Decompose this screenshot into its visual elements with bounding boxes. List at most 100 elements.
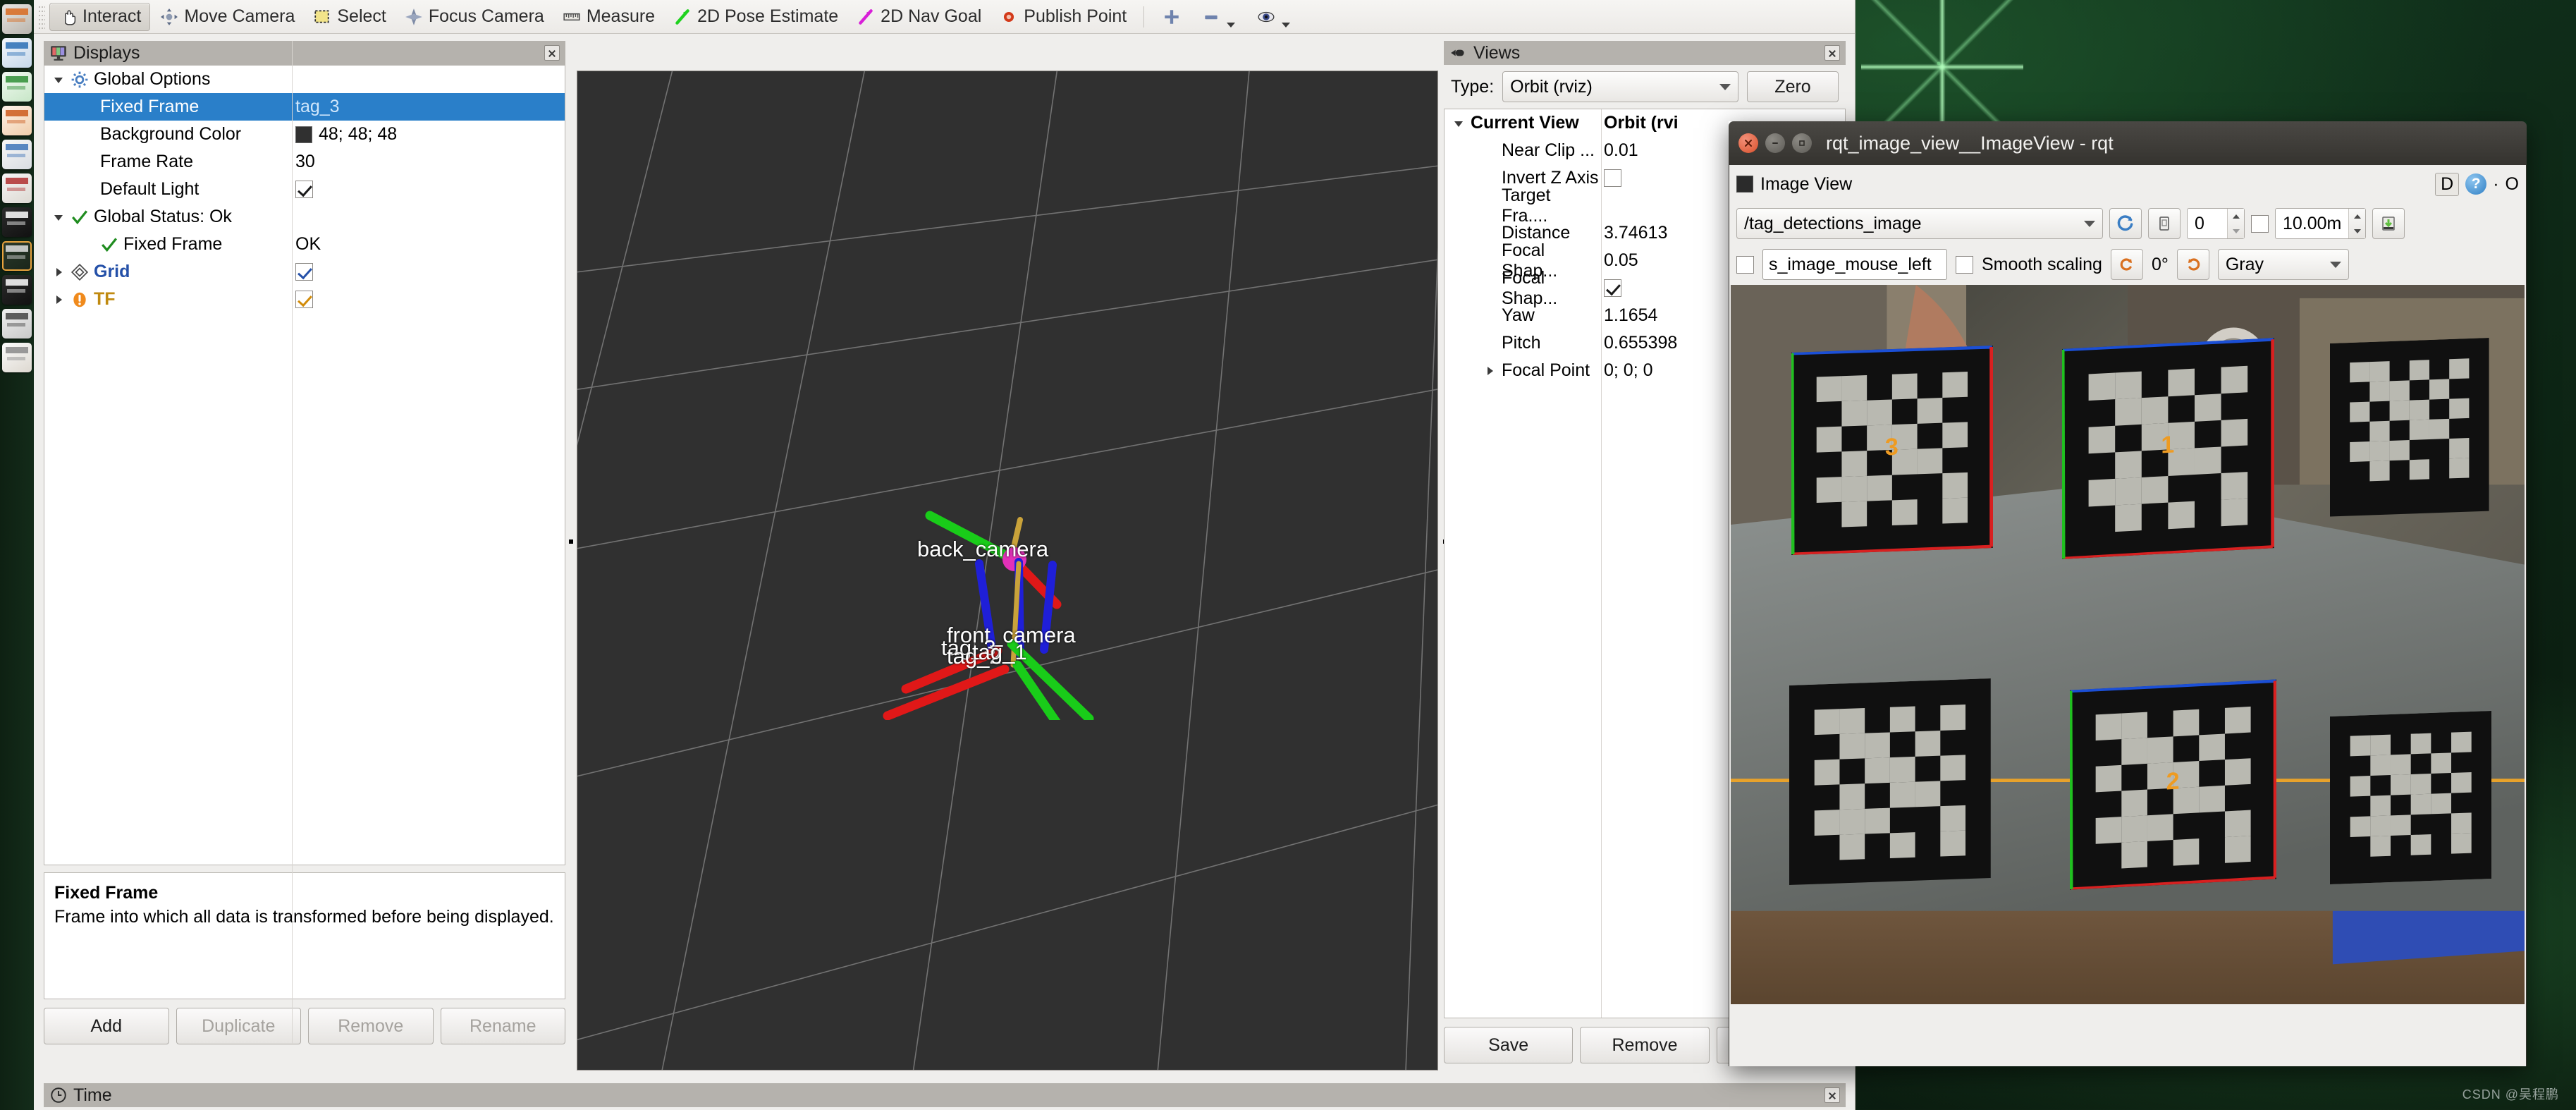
move-camera-icon [161, 8, 178, 25]
chevron-down-icon[interactable] [51, 211, 66, 224]
chevron-right-icon[interactable] [1483, 365, 1497, 377]
tool-2d-pose-estimate[interactable]: 2D Pose Estimate [665, 3, 847, 31]
rviz-3d-viewport[interactable]: back_camera front_camera tag_3 tag_2 tag_1 [577, 71, 1438, 1071]
view-property-label: Current View [1471, 113, 1579, 133]
displays-tree[interactable]: Global Options Fixed Frame tag_3 Background… [44, 41, 565, 1045]
save-image-icon [2159, 216, 2169, 231]
terminal-icon[interactable] [2, 207, 32, 237]
maximize-button[interactable] [1792, 133, 1812, 153]
display-label: Global Options [94, 69, 211, 89]
display-row[interactable]: Global Options [44, 66, 565, 93]
rotation-value: 0° [2151, 254, 2169, 274]
rviz-icon[interactable] [2, 309, 32, 339]
close-button[interactable] [1738, 133, 1758, 153]
left-splitter-handle[interactable] [565, 527, 577, 556]
terminal-2-icon[interactable] [2, 275, 32, 305]
max-range-stepper[interactable]: 10.00m [2275, 208, 2367, 239]
tool-label: Interact [82, 6, 142, 26]
rotate-right-button[interactable] [2176, 249, 2209, 280]
tool-measure[interactable]: Measure [554, 3, 663, 31]
add-button[interactable]: Add [44, 1008, 169, 1044]
dock-close-button[interactable]: O [2506, 174, 2519, 195]
display-row[interactable]: Grid [44, 258, 565, 286]
mouse-publish-topic-input[interactable]: s_image_mouse_left [1762, 249, 1947, 280]
apriltag-detections-layer: 3 1 2 [1731, 285, 2525, 1004]
chevron-right-icon[interactable] [51, 266, 66, 279]
apriltag-detection: 1 [2062, 338, 2274, 560]
close-icon[interactable] [1824, 45, 1840, 61]
tool-interact[interactable]: Interact [49, 2, 151, 31]
chevron-right-icon[interactable] [51, 293, 66, 306]
zero-button[interactable]: Zero [1747, 71, 1839, 102]
view-property-value: 0; 0; 0 [1604, 360, 1653, 380]
stepper-arrows[interactable] [2348, 209, 2366, 238]
dock-detach-button[interactable]: D [2435, 172, 2460, 196]
view-type-select[interactable]: Orbit (rviz) [1502, 71, 1738, 102]
libreoffice-writer-icon[interactable] [2, 38, 32, 68]
libreoffice-calc-icon[interactable] [2, 72, 32, 102]
chevron-up-icon [2353, 214, 2361, 219]
display-checkbox[interactable] [295, 181, 313, 198]
display-row[interactable]: Frame Rate 30 [44, 148, 565, 176]
tf-frame-label: back_camera [917, 537, 1049, 561]
tool-move-camera[interactable]: Move Camera [152, 3, 303, 31]
add-tool-button[interactable] [1153, 3, 1191, 31]
max-range-checkbox[interactable] [2251, 214, 2269, 233]
colormap-select[interactable]: Gray [2217, 249, 2349, 280]
close-icon[interactable] [1824, 1087, 1840, 1103]
display-checkbox[interactable] [295, 291, 313, 308]
display-row[interactable]: Fixed Frame OK [44, 231, 565, 258]
tool-select[interactable]: Select [305, 3, 394, 31]
topic-select[interactable]: /tag_detections_image [1736, 208, 2103, 239]
remove-view-button[interactable]: Remove [1580, 1027, 1710, 1063]
tool-properties-button[interactable] [1247, 3, 1301, 31]
smooth-scaling-checkbox[interactable] [1956, 255, 1973, 274]
chevron-down-icon[interactable] [1452, 117, 1466, 130]
save-view-button[interactable]: Save [1444, 1027, 1574, 1063]
refresh-topics-button[interactable] [2109, 208, 2142, 239]
help-icon[interactable] [2, 173, 32, 203]
software-center-icon[interactable] [2, 140, 32, 169]
display-row[interactable]: Fixed Frame tag_3 [44, 93, 565, 121]
time-fields: ROS Time:1654200079.40ROS Elapsed:1477.0… [44, 1107, 1846, 1110]
view-property-checkbox[interactable] [1604, 169, 1621, 187]
display-row[interactable]: TF [44, 286, 565, 313]
tool-2d-nav-goal[interactable]: 2D Nav Goal [848, 3, 990, 31]
save-image-button[interactable] [2148, 208, 2181, 239]
help-icon[interactable]: ? [2465, 173, 2487, 195]
toolbar-grip[interactable] [38, 4, 45, 29]
rqt-statusbar [1729, 1004, 2526, 1066]
watermark-text: CSDN @吴程鹏 [2462, 1087, 2559, 1102]
close-icon[interactable] [544, 45, 560, 61]
image-view-canvas[interactable]: 3 1 2 [1731, 285, 2525, 1004]
publish-image-button[interactable] [2372, 208, 2405, 239]
display-checkbox[interactable] [295, 263, 313, 281]
time-panel-titlebar: Time [44, 1083, 1846, 1107]
rqt-toolbar-row1: /tag_detections_image 0 10.00m [1729, 203, 2526, 244]
image-index-stepper[interactable]: 0 [2187, 208, 2245, 239]
eye-icon [1258, 11, 1275, 22]
close-icon [1745, 140, 1752, 147]
files-icon[interactable] [2, 4, 32, 34]
display-row[interactable]: Background Color 48; 48; 48 [44, 121, 565, 148]
gazebo-icon[interactable] [2, 241, 32, 271]
stepper-arrows[interactable] [2227, 209, 2244, 238]
text-editor-icon[interactable] [2, 343, 32, 372]
tool-focus-camera[interactable]: Focus Camera [396, 3, 553, 31]
apriltag-id-label: 1 [2161, 431, 2175, 459]
color-swatch[interactable] [295, 126, 312, 143]
mouse-publish-checkbox[interactable] [1736, 255, 1754, 274]
tool-publish-point[interactable]: Publish Point [991, 3, 1135, 31]
chevron-down-icon[interactable] [51, 73, 66, 86]
libreoffice-impress-icon[interactable] [2, 106, 32, 135]
display-row[interactable]: Default Light [44, 176, 565, 203]
view-property-label: Pitch [1502, 333, 1541, 353]
rqt-titlebar[interactable]: rqt_image_view__ImageView - rqt [1729, 121, 2527, 165]
view-property-checkbox[interactable] [1604, 279, 1621, 297]
select-icon [314, 9, 329, 23]
rotate-left-button[interactable] [2110, 249, 2143, 280]
remove-tool-button[interactable] [1192, 3, 1246, 31]
minimize-button[interactable] [1765, 133, 1785, 153]
display-row[interactable]: Global Status: Ok [44, 203, 565, 231]
rviz-toolbar: Interact Move Camera Select Focus Camera Mea… [34, 0, 1855, 34]
